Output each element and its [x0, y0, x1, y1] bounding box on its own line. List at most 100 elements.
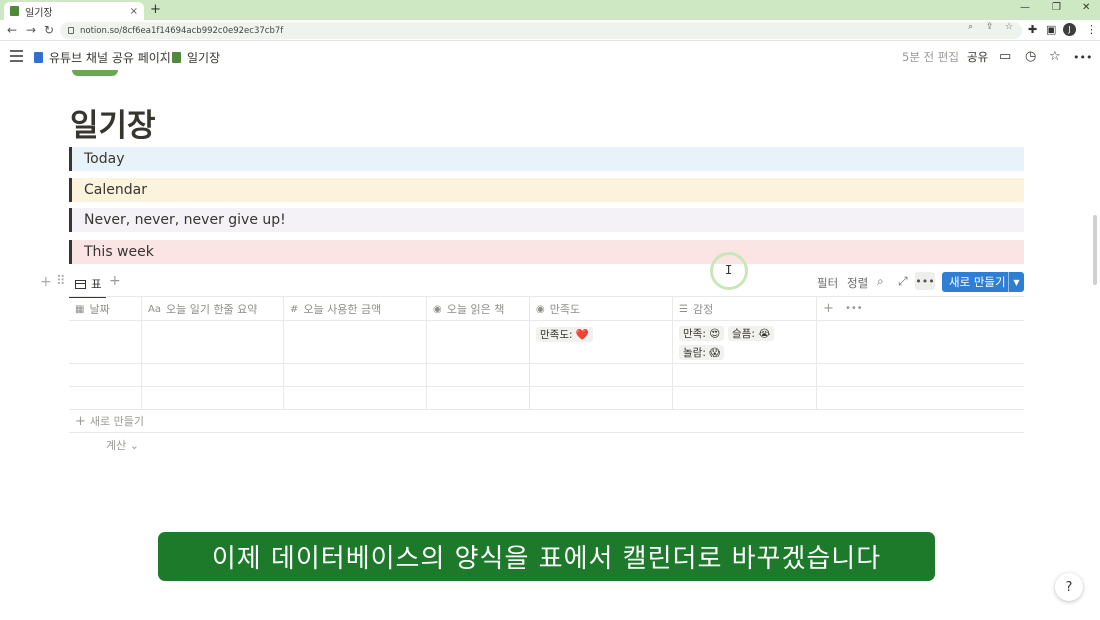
cell-emotion[interactable]: [673, 364, 817, 386]
page-title[interactable]: 일기장: [70, 100, 156, 145]
quote-calendar[interactable]: Calendar: [69, 178, 1024, 202]
maximize-icon[interactable]: ❐: [1052, 2, 1061, 13]
number-type-icon: #: [290, 303, 299, 315]
add-view-icon[interactable]: +: [109, 273, 121, 289]
back-icon[interactable]: ←: [7, 23, 17, 37]
column-header-book[interactable]: ◉ 오늘 읽은 책: [427, 297, 530, 321]
add-row-label: 새로 만들기: [89, 415, 145, 428]
page-emoji-icon[interactable]: [72, 70, 118, 76]
cell-satisfaction[interactable]: [530, 387, 673, 409]
column-label: 만족도: [549, 303, 581, 316]
column-header-date[interactable]: ▦ 날짜: [69, 297, 142, 321]
drag-handle-icon[interactable]: ⠿: [56, 274, 66, 289]
database-toolbar: + ⠿ 표 + 필터 정렬 ⌕ ⤢ ••• 새로 만들기 ▼: [0, 270, 1100, 298]
table-row[interactable]: [69, 387, 1024, 410]
quote-this-week[interactable]: This week: [69, 240, 1024, 264]
satisfaction-tag: 만족도: ❤️: [536, 327, 593, 342]
quote-today[interactable]: Today: [69, 147, 1024, 171]
emotion-tag: 만족: 😍: [679, 326, 725, 341]
tab-title: 일기장: [25, 7, 53, 19]
notion-page-icon: [10, 6, 19, 16]
quote-motto[interactable]: Never, never, never give up!: [69, 208, 1024, 232]
view-tab-table[interactable]: 표: [69, 272, 106, 298]
cell-date[interactable]: [69, 321, 142, 363]
reload-icon[interactable]: ↻: [44, 23, 54, 37]
page-more-button[interactable]: •••: [1073, 51, 1092, 64]
emotion-tag: 슬픔: 😭: [728, 326, 775, 341]
cell-amount[interactable]: [284, 321, 427, 363]
column-label: 감정: [692, 303, 714, 316]
favorite-star-icon[interactable]: ☆: [1049, 49, 1061, 64]
comments-icon[interactable]: ▭: [999, 49, 1011, 64]
column-header-emotion[interactable]: ☰ 감정: [673, 297, 817, 321]
cell-emotion[interactable]: [673, 387, 817, 409]
minimize-icon[interactable]: —: [1020, 2, 1030, 13]
breadcrumb-item-parent[interactable]: 유튜브 채널 공유 페이지: [34, 49, 171, 66]
browser-tab[interactable]: 일기장 ×: [4, 2, 144, 20]
calculate-button[interactable]: 계산 ⌄: [106, 437, 139, 453]
column-header-satisfaction[interactable]: ◉ 만족도: [530, 297, 673, 321]
table-row[interactable]: 만족도: ❤️ 만족: 😍 슬픔: 😭 놀람: 😱: [69, 321, 1024, 364]
table-row[interactable]: [69, 364, 1024, 387]
search-icon[interactable]: ⌕: [877, 274, 884, 289]
database-table: ▦ 날짜 Aa 오늘 일기 한줄 요약 # 오늘 사용한 금액 ◉ 오늘 읽은 …: [69, 296, 1024, 410]
browser-menu-icon[interactable]: ⋮: [1086, 23, 1097, 36]
cell-date[interactable]: [69, 387, 142, 409]
new-tab-button[interactable]: +: [150, 2, 161, 17]
expand-icon[interactable]: ⤢: [898, 274, 908, 289]
chevron-down-icon[interactable]: ▼: [1008, 272, 1024, 292]
zoom-icon[interactable]: ⌕: [968, 22, 973, 32]
cell-amount[interactable]: [284, 387, 427, 409]
close-window-icon[interactable]: ✕: [1082, 2, 1090, 13]
column-label: 오늘 일기 한줄 요약: [165, 303, 258, 316]
multi-select-icon: ☰: [679, 303, 688, 315]
column-label: 오늘 사용한 금액: [303, 303, 382, 316]
cell-satisfaction[interactable]: 만족도: ❤️: [530, 321, 673, 363]
column-more-icon[interactable]: •••: [845, 303, 863, 314]
cell-book[interactable]: [427, 364, 530, 386]
cell-amount[interactable]: [284, 364, 427, 386]
sort-button[interactable]: 정렬: [847, 275, 868, 291]
column-header-summary[interactable]: Aa 오늘 일기 한줄 요약: [142, 297, 284, 321]
tab-close-icon[interactable]: ×: [130, 6, 138, 17]
cell-emotion[interactable]: 만족: 😍 슬픔: 😭 놀람: 😱: [673, 321, 817, 363]
table-header: ▦ 날짜 Aa 오늘 일기 한줄 요약 # 오늘 사용한 금액 ◉ 오늘 읽은 …: [69, 296, 1024, 321]
column-label: 날짜: [89, 303, 110, 316]
new-record-button[interactable]: 새로 만들기 ▼: [942, 272, 1024, 292]
breadcrumb-item-current[interactable]: 일기장: [172, 49, 220, 66]
breadcrumb-label: 유튜브 채널 공유 페이지: [49, 51, 171, 65]
cell-book[interactable]: [427, 321, 530, 363]
add-column-icon[interactable]: +: [823, 301, 834, 316]
video-subtitle: 이제 데이터베이스의 양식을 표에서 캘린더로 바꾸겠습니다: [158, 532, 935, 581]
address-bar[interactable]: notion.so/8cf6ea1f14694acb992c0e92ec37cb…: [60, 22, 1022, 39]
forward-icon[interactable]: →: [26, 23, 36, 37]
column-header-amount[interactable]: # 오늘 사용한 금액: [284, 297, 427, 321]
filter-button[interactable]: 필터: [817, 275, 838, 291]
cell-summary[interactable]: [142, 364, 284, 386]
cell-date[interactable]: [69, 364, 142, 386]
table-icon: [75, 279, 86, 289]
add-row-button[interactable]: + 새로 만들기: [69, 410, 1024, 433]
cell-summary[interactable]: [142, 321, 284, 363]
lock-icon: [68, 27, 74, 34]
breadcrumb-separator: /: [162, 49, 167, 63]
sidebar-menu-icon[interactable]: [10, 50, 23, 62]
add-block-icon[interactable]: +: [40, 274, 52, 290]
cell-summary[interactable]: [142, 387, 284, 409]
scrollbar-thumb[interactable]: [1093, 215, 1097, 285]
side-panel-icon[interactable]: ▣: [1046, 23, 1056, 36]
help-button[interactable]: ?: [1055, 573, 1083, 601]
select-type-icon: ◉: [536, 303, 545, 315]
share-page-icon[interactable]: ⇪: [986, 22, 994, 32]
notion-topbar: 유튜브 채널 공유 페이지 / 일기장 5분 전 편집 공유 ▭ ◷ ☆ •••: [0, 41, 1100, 73]
cell-satisfaction[interactable]: [530, 364, 673, 386]
bookmark-star-icon[interactable]: ☆: [1005, 22, 1013, 32]
text-type-icon: Aa: [148, 303, 161, 315]
extensions-icon[interactable]: ✚: [1028, 23, 1037, 36]
cell-book[interactable]: [427, 387, 530, 409]
share-button[interactable]: 공유: [967, 49, 988, 65]
database-more-button[interactable]: •••: [915, 272, 935, 290]
profile-avatar[interactable]: J: [1063, 23, 1076, 36]
select-type-icon: ◉: [433, 303, 442, 315]
history-clock-icon[interactable]: ◷: [1025, 49, 1036, 64]
